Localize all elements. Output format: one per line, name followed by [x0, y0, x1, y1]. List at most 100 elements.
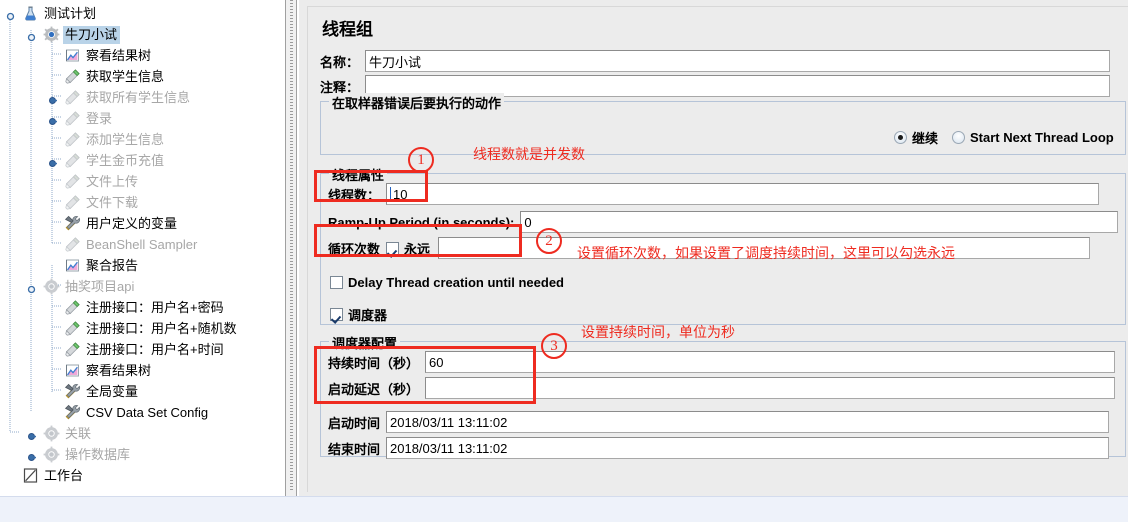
http-sampler-icon — [64, 89, 81, 106]
tree-node-label: 添加学生信息 — [86, 131, 165, 147]
tree-node[interactable]: 添加学生信息 — [0, 129, 285, 150]
tree-node[interactable]: 全局变量 — [0, 381, 285, 402]
http-sampler-icon — [64, 236, 81, 253]
tree-node[interactable]: 察看结果树 — [0, 45, 285, 66]
test-plan-tree-panel[interactable]: 测试计划 牛刀小试 察看结果树 获取学生信息 获取所有学生信息 登录 添加学生信息 学生金币充… — [0, 0, 285, 496]
forever-checkbox[interactable]: 永远 — [386, 237, 430, 259]
radio-start-next-thread-loop-label: Start Next Thread Loop — [970, 130, 1114, 145]
http-sampler-icon — [64, 299, 81, 316]
thread-group-icon — [43, 446, 60, 463]
tree-node[interactable]: 工作台 — [0, 465, 285, 486]
tree-node[interactable]: 学生金币充值 — [0, 150, 285, 171]
start-time-input[interactable]: 2018/03/11 13:11:02 — [386, 411, 1110, 433]
duration-input[interactable]: 60 — [425, 351, 1116, 373]
thread-group-icon — [43, 26, 60, 43]
name-input[interactable]: 牛刀小试 — [365, 50, 1111, 72]
thread-count-label: 线程数： — [328, 187, 381, 203]
ramp-up-row: Ramp-Up Period (in seconds): 0 — [328, 211, 1118, 233]
thread-properties-title: 线程属性 — [329, 165, 388, 184]
tree-node-label: 注册接口：用户名+时间 — [86, 341, 224, 357]
tree-expander-closed-icon[interactable] — [48, 93, 57, 104]
annotation-marker-1: 1 — [408, 147, 434, 173]
tree-node-label: 文件上传 — [86, 173, 139, 189]
tree-node[interactable]: 牛刀小试 — [0, 24, 285, 45]
tree-node[interactable]: 察看结果树 — [0, 360, 285, 381]
tree-expander-closed-icon[interactable] — [48, 156, 57, 167]
startup-delay-input[interactable] — [425, 377, 1116, 399]
radio-start-next-thread-loop[interactable]: Start Next Thread Loop — [952, 130, 1114, 145]
panel-splitter[interactable] — [285, 0, 297, 496]
tree-node-label: 学生金币充值 — [86, 152, 165, 168]
radio-continue-label: 继续 — [912, 131, 939, 146]
config-element-icon — [64, 383, 81, 400]
scheduler-checkbox-label: 调度器 — [348, 308, 388, 323]
end-time-row: 结束时间 2018/03/11 13:11:02 — [328, 437, 1118, 459]
tree-node-label: BeanShell Sampler — [86, 236, 198, 252]
tree-node[interactable]: 抽奖项目api — [0, 276, 285, 297]
tree-node[interactable]: 注册接口：用户名+随机数 — [0, 318, 285, 339]
forever-checkbox-label: 永远 — [404, 241, 431, 257]
thread-group-icon — [43, 425, 60, 442]
jmeter-window: 测试计划 牛刀小试 察看结果树 获取学生信息 获取所有学生信息 登录 添加学生信息 学生金币充… — [0, 0, 1128, 522]
tree-node[interactable]: BeanShell Sampler — [0, 234, 285, 255]
http-sampler-icon — [64, 194, 81, 211]
tree-node[interactable]: CSV Data Set Config — [0, 402, 285, 423]
scheduler-config-title: 调度器配置 — [329, 333, 401, 352]
tree-node-label: 登录 — [86, 110, 113, 126]
thread-count-input[interactable]: 10 — [386, 183, 1100, 205]
on-sampler-error-radio-group[interactable]: 继续 Start Next Thread Loop 停止线程 停止测试 Stop… — [894, 128, 1128, 147]
tree-node[interactable]: 获取学生信息 — [0, 66, 285, 87]
http-sampler-icon — [64, 110, 81, 127]
tree-node-label: 抽奖项目api — [65, 278, 135, 294]
tree-node[interactable]: 文件上传 — [0, 171, 285, 192]
test-plan-icon — [22, 5, 39, 22]
annotation-text-2: 设置循环次数，如果设置了调度持续时间，这里可以勾选永远 — [577, 245, 955, 261]
tree-node[interactable]: 注册接口：用户名+时间 — [0, 339, 285, 360]
tree-node-label: 操作数据库 — [65, 446, 131, 462]
end-time-input[interactable]: 2018/03/11 13:11:02 — [386, 437, 1110, 459]
splitter-grip[interactable] — [290, 0, 293, 490]
http-sampler-icon — [64, 320, 81, 337]
tree-node[interactable]: 获取所有学生信息 — [0, 87, 285, 108]
tree-node[interactable]: 注册接口：用户名+密码 — [0, 297, 285, 318]
tree-node-label: 关联 — [65, 425, 92, 441]
tree-expander-closed-icon[interactable] — [27, 429, 36, 440]
tree-node-label: 获取所有学生信息 — [86, 89, 191, 105]
tree-expander-open-icon[interactable] — [6, 9, 15, 21]
tree-node-label: 工作台 — [44, 467, 84, 483]
scheduler-checkbox[interactable]: 调度器 — [330, 305, 387, 324]
tree-node[interactable]: 登录 — [0, 108, 285, 129]
delay-thread-creation-checkbox[interactable]: Delay Thread creation until needed — [330, 275, 564, 290]
annotation-text-3: 设置持续时间，单位为秒 — [581, 324, 735, 340]
duration-row: 持续时间（秒） 60 — [328, 351, 1118, 373]
tree-node[interactable]: 用户定义的变量 — [0, 213, 285, 234]
tree-node-list[interactable]: 测试计划 牛刀小试 察看结果树 获取学生信息 获取所有学生信息 登录 添加学生信息 学生金币充… — [0, 0, 285, 486]
on-sampler-error-title: 在取样器错误后要执行的动作 — [329, 93, 505, 112]
tree-expander-closed-icon[interactable] — [48, 114, 57, 125]
tree-node[interactable]: 操作数据库 — [0, 444, 285, 465]
config-element-icon — [64, 404, 81, 421]
tree-node[interactable]: 测试计划 — [0, 3, 285, 24]
http-sampler-icon — [64, 68, 81, 85]
startup-delay-label: 启动延迟（秒） — [328, 381, 420, 397]
tree-expander-closed-icon[interactable] — [27, 450, 36, 461]
ramp-up-input[interactable]: 0 — [520, 211, 1118, 233]
view-results-tree-icon — [64, 362, 81, 379]
ramp-up-label: Ramp-Up Period (in seconds): — [328, 214, 515, 230]
radio-continue[interactable]: 继续 — [894, 128, 938, 147]
tree-node[interactable]: 文件下载 — [0, 192, 285, 213]
tree-node-label: 聚合报告 — [86, 257, 139, 273]
thread-group-icon — [43, 278, 60, 295]
tree-expander-open-icon[interactable] — [27, 282, 36, 294]
name-label: 名称： — [320, 54, 360, 70]
tree-expander-open-icon[interactable] — [27, 30, 36, 42]
tree-node[interactable]: 关联 — [0, 423, 285, 444]
tree-node[interactable]: 聚合报告 — [0, 255, 285, 276]
annotation-marker-3: 3 — [541, 333, 567, 359]
page-title: 线程组 — [322, 20, 373, 39]
startup-delay-row: 启动延迟（秒） — [328, 377, 1118, 399]
workbench-icon — [22, 467, 39, 484]
tree-node-label: 牛刀小试 — [63, 25, 121, 44]
scheduler-checkbox-box — [330, 308, 343, 321]
tree-node-label: 注册接口：用户名+随机数 — [86, 320, 237, 336]
